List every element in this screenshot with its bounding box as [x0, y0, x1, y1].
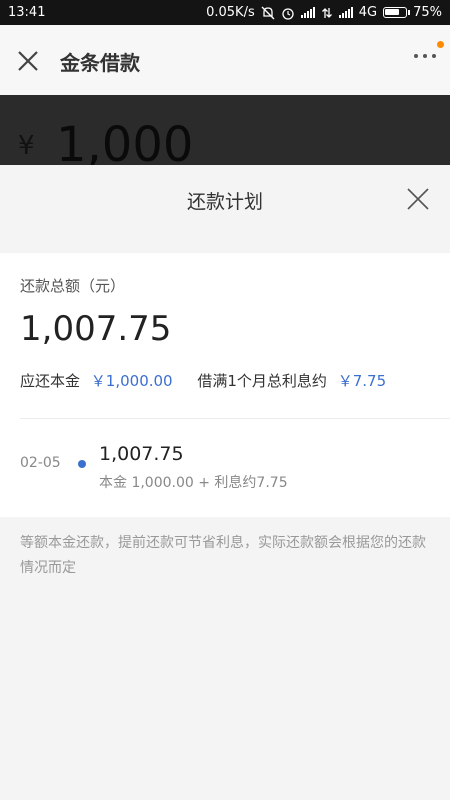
sheet-header: 还款计划 [0, 165, 450, 237]
timeline-dot [78, 460, 86, 468]
signal-icon [300, 7, 315, 18]
loan-amount-area: ¥ 1,000 [0, 95, 450, 165]
repayment-plan-sheet: 还款计划 还款总额（元） 1,007.75 应还本金 ￥1,000.00 借满1… [0, 165, 450, 800]
battery-icon [383, 7, 411, 18]
total-value: 1,007.75 [20, 309, 172, 349]
plan-amount: 1,007.75 [99, 443, 184, 465]
plan-detail: 本金 1,000.00 + 利息约7.75 [99, 475, 288, 491]
principal-interest-row: 应还本金 ￥1,000.00 借满1个月总利息约 ￥7.75 [20, 370, 386, 391]
principal-value: ￥1,000.00 [90, 372, 173, 390]
interest-value: ￥7.75 [337, 372, 387, 390]
interest-label: 借满1个月总利息约 [197, 372, 327, 390]
status-indicators: 0.05K/s 4G 75% [206, 5, 442, 20]
status-time: 13:41 [8, 5, 46, 20]
sheet-title: 还款计划 [186, 191, 263, 213]
list-item: 02-05 1,007.75 本金 1,000.00 + 利息约7.75 [0, 419, 450, 517]
close-icon[interactable] [14, 47, 42, 75]
total-label: 还款总额（元） [20, 277, 126, 295]
notification-dot [437, 41, 444, 48]
alarm-icon [282, 7, 294, 20]
more-icon[interactable] [414, 54, 436, 58]
network-type: 4G [358, 5, 378, 20]
close-icon[interactable] [404, 185, 432, 213]
net-speed: 0.05K/s [206, 5, 255, 20]
loan-amount: 1,000 [56, 117, 194, 165]
do-not-disturb-icon [261, 6, 275, 19]
status-bar: 13:41 0.05K/s 4G 75% [0, 0, 450, 25]
battery-percent: 75% [413, 5, 442, 20]
repayment-note: 等额本金还款，提前还款可节省利息，实际还款额会根据您的还款情况而定 [20, 535, 426, 576]
currency-symbol: ¥ [18, 131, 35, 161]
app-header: 金条借款 [0, 25, 450, 95]
signal-icon-2 [338, 7, 353, 18]
page-title: 金条借款 [60, 51, 140, 75]
data-transfer-icon [321, 7, 332, 18]
principal-label: 应还本金 [20, 372, 81, 390]
repayment-summary: 还款总额（元） 1,007.75 应还本金 ￥1,000.00 借满1个月总利息… [0, 253, 450, 517]
plan-date: 02-05 [20, 455, 61, 471]
